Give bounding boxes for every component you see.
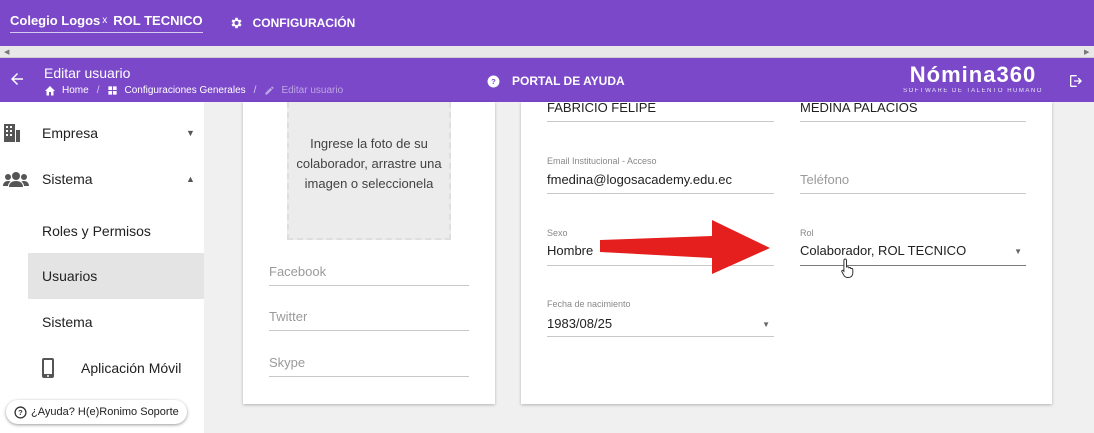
sidebar-item-roles-permisos[interactable]: Roles y Permisos — [0, 208, 204, 254]
email-label: Email Institucional - Acceso — [547, 156, 657, 166]
scroll-right-arrow-icon[interactable]: ▶ — [1084, 48, 1089, 56]
horizontal-scrollbar[interactable]: ◀ ▶ — [0, 46, 1094, 58]
breadcrumb-separator: / — [253, 85, 257, 96]
annotation-arrow-icon — [600, 220, 770, 274]
hand-cursor-icon — [841, 258, 854, 278]
sex-value: Hombre — [547, 243, 594, 258]
role-select[interactable]: Rol Colaborador, ROL TECNICO ▼ — [800, 228, 1026, 266]
brand-tagline: SOFTWARE DE TALENTO HUMANO — [903, 88, 1043, 94]
sex-label: Sexo — [547, 228, 568, 238]
logout-icon — [1070, 75, 1082, 87]
skype-field[interactable]: Skype — [269, 352, 469, 377]
photo-upload-text: Ingrese la foto de su colaborador, arras… — [296, 136, 442, 191]
back-button[interactable] — [8, 70, 26, 93]
last-name-value: MEDINA PALACIOS — [800, 100, 918, 115]
building-icon — [4, 124, 20, 142]
chevron-down-icon: ▼ — [186, 128, 195, 138]
brand-name: Nómina360 — [909, 62, 1037, 87]
breadcrumb-current: Editar usuario — [264, 85, 343, 96]
help-portal-button[interactable]: ? PORTAL DE AYUDA — [487, 74, 625, 88]
question-circle-icon: ? — [487, 75, 500, 87]
organization-selector[interactable]: Colegio Logos x ROL TECNICO — [10, 13, 203, 33]
email-value: fmedina@logosacademy.edu.ec — [547, 172, 732, 187]
last-name-field[interactable]: MEDINA PALACIOS — [800, 100, 1026, 122]
svg-text:?: ? — [18, 408, 23, 417]
birth-date-field[interactable]: Fecha de nacimiento 1983/08/25 ▼ — [547, 299, 774, 337]
birth-date-value: 1983/08/25 — [547, 316, 613, 331]
role-label: Rol — [800, 228, 814, 238]
breadcrumb-separator: / — [96, 85, 100, 96]
sidebar-item-label: Roles y Permisos — [42, 223, 151, 239]
chevron-up-icon: ▲ — [186, 174, 195, 184]
phone-placeholder: Teléfono — [800, 172, 850, 187]
chevron-down-icon[interactable]: ▼ — [762, 320, 770, 329]
sidebar-item-sistema[interactable]: Sistema — [0, 299, 204, 345]
page-title: Editar usuario — [44, 65, 131, 81]
help-portal-label: PORTAL DE AYUDA — [512, 74, 625, 88]
breadcrumb-configuraciones[interactable]: Configuraciones Generales — [107, 85, 246, 96]
scroll-left-arrow-icon[interactable]: ◀ — [4, 48, 9, 56]
sidebar-item-label: Aplicación Móvil — [81, 360, 182, 376]
brand-logo: Nómina360 SOFTWARE DE TALENTO HUMANO — [898, 62, 1048, 94]
sidebar-item-empresa[interactable]: Empresa ▼ — [0, 110, 204, 156]
support-chat-button[interactable]: ? ¿Ayuda? H(e)Ronimo Soporte — [6, 400, 187, 424]
separator-mark: x — [102, 15, 108, 26]
phone-field[interactable]: Teléfono — [800, 156, 1026, 194]
chevron-down-icon[interactable]: ▼ — [1014, 247, 1022, 256]
skype-placeholder: Skype — [269, 355, 306, 370]
mobile-phone-icon — [42, 358, 54, 378]
organization-name: Colegio Logos — [10, 13, 101, 28]
home-icon — [45, 86, 55, 96]
sidebar-item-label: Sistema — [42, 314, 93, 330]
gear-icon — [231, 17, 242, 29]
configuration-menu-button[interactable]: CONFIGURACIÓN — [229, 16, 356, 30]
breadcrumb-home-label: Home — [62, 85, 89, 96]
sidebar-item-aplicacion-movil[interactable]: Aplicación Móvil — [0, 345, 204, 391]
arrow-left-icon — [11, 73, 23, 85]
svg-text:?: ? — [491, 77, 496, 86]
users-group-icon — [3, 172, 29, 187]
email-field[interactable]: Email Institucional - Acceso fmedina@log… — [547, 156, 774, 194]
twitter-placeholder: Twitter — [269, 309, 308, 324]
sidebar: Empresa ▼ Sistema ▲ Roles y Permisos Usu… — [0, 102, 204, 433]
birth-date-label: Fecha de nacimiento — [547, 299, 631, 309]
question-circle-icon: ? — [14, 405, 27, 419]
role-value: Colaborador, ROL TECNICO — [800, 243, 967, 258]
sidebar-item-usuarios[interactable]: Usuarios — [28, 253, 204, 299]
breadcrumb-current-label: Editar usuario — [281, 85, 344, 96]
sidebar-item-label: Sistema — [42, 171, 93, 187]
first-name-value: FABRICIO FELIPE — [547, 100, 657, 115]
top-bar: Colegio Logos x ROL TECNICO CONFIGURACIÓ… — [0, 0, 1094, 46]
support-chat-label: ¿Ayuda? H(e)Ronimo Soporte — [31, 406, 179, 418]
breadcrumb-home[interactable]: Home — [44, 85, 89, 96]
twitter-field[interactable]: Twitter — [269, 306, 469, 331]
facebook-field[interactable]: Facebook — [269, 260, 469, 286]
sidebar-item-sistema-group[interactable]: Sistema ▲ — [0, 156, 204, 202]
configuration-label: CONFIGURACIÓN — [252, 16, 356, 30]
sidebar-item-label: Usuarios — [42, 268, 98, 284]
first-name-field[interactable]: FABRICIO FELIPE — [547, 100, 774, 122]
facebook-placeholder: Facebook — [269, 264, 327, 279]
photo-upload-dropzone[interactable]: Ingrese la foto de su colaborador, arras… — [287, 102, 451, 240]
grid-icon — [108, 86, 118, 95]
breadcrumb-configuraciones-label: Configuraciones Generales — [124, 85, 246, 96]
page-header: Editar usuario Home / Configuraciones Ge… — [0, 58, 1094, 102]
sidebar-item-label: Empresa — [42, 125, 99, 141]
breadcrumb: Home / Configuraciones Generales / Edita… — [44, 85, 343, 96]
logout-button[interactable] — [1068, 73, 1084, 94]
pencil-icon — [265, 86, 275, 95]
role-name: ROL TECNICO — [113, 13, 203, 28]
